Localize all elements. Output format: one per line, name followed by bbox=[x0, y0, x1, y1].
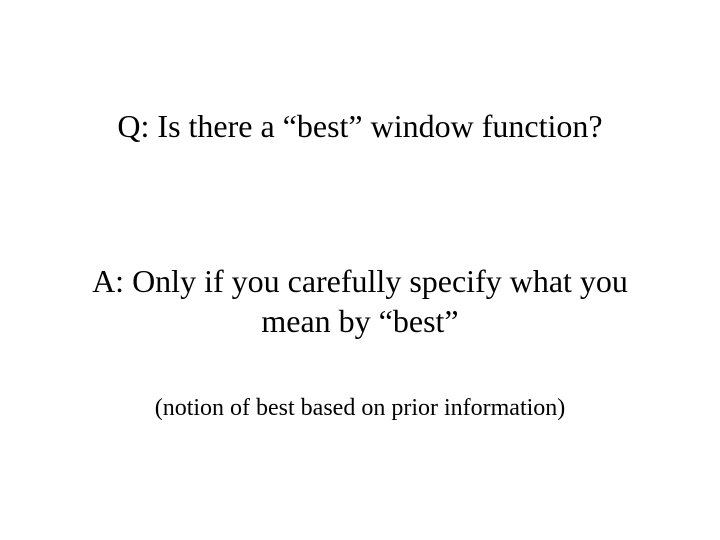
answer-text: A: Only if you carefully specify what yo… bbox=[0, 261, 720, 341]
slide-container: Q: Is there a “best” window function? A:… bbox=[0, 0, 720, 540]
question-text: Q: Is there a “best” window function? bbox=[0, 108, 720, 145]
note-text: (notion of best based on prior informati… bbox=[0, 395, 720, 422]
